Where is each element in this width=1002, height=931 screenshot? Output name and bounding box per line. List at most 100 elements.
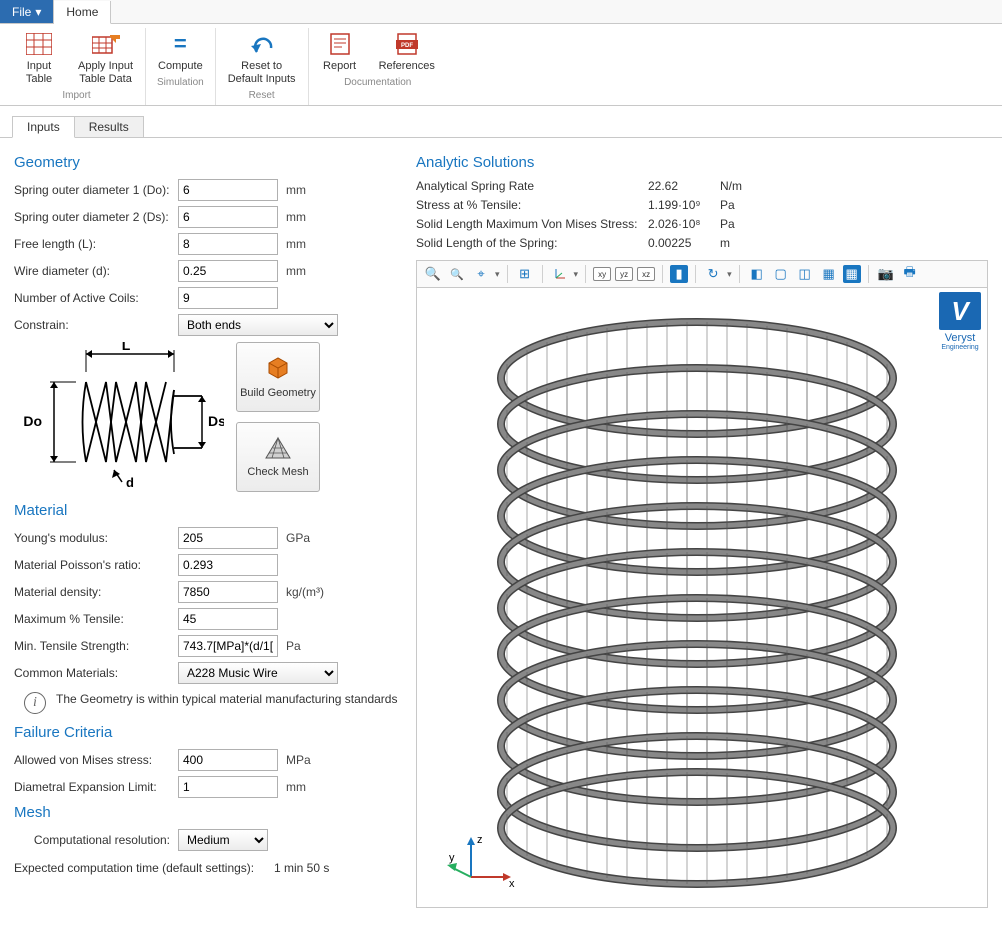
undo-icon [248, 30, 276, 58]
l-input[interactable] [178, 233, 278, 255]
res-select[interactable]: Medium [178, 829, 268, 851]
ribbon-group-documentation-label: Documentation [344, 75, 411, 92]
svg-text:L: L [122, 342, 131, 353]
dropdown-icon[interactable]: ▾ [495, 269, 500, 280]
view-yz-button[interactable]: yz [615, 267, 633, 281]
an-val-2: 2.026·10⁸ [648, 217, 720, 231]
ts-input[interactable] [178, 635, 278, 657]
svg-text:x: x [509, 878, 515, 890]
material-title: Material [14, 502, 404, 519]
ribbon-group-documentation: Report PDF References Documentation [309, 28, 447, 105]
cm-label: Common Materials: [14, 666, 178, 680]
ym-input[interactable] [178, 527, 278, 549]
zoom-extents-icon[interactable]: ⊞ [515, 264, 535, 284]
zoom-box-icon[interactable]: ⌖ [471, 264, 491, 284]
ribbon-group-simulation: = Compute Simulation [146, 28, 216, 105]
mesh-title: Mesh [14, 804, 404, 821]
do-label: Spring outer diameter 1 (Do): [14, 183, 178, 197]
de-input[interactable] [178, 776, 278, 798]
menu-file-label: File [12, 5, 31, 19]
compute-button[interactable]: = Compute [154, 28, 207, 75]
svg-text:PDF: PDF [401, 43, 413, 49]
ribbon-group-reset: Reset to Default Inputs Reset [216, 28, 309, 105]
cm-select[interactable]: A228 Music Wire [178, 662, 338, 684]
axis-triad-icon: z x y [447, 833, 517, 893]
an-label-0: Analytical Spring Rate [416, 179, 648, 193]
doc-content: Geometry Spring outer diameter 1 (Do): m… [0, 137, 1002, 918]
graphics-canvas[interactable]: V Veryst Engineering [416, 288, 988, 908]
an-unit-3: m [720, 236, 770, 250]
camera-icon[interactable]: 📷 [876, 264, 896, 284]
do-input[interactable] [178, 179, 278, 201]
zoom-out-icon[interactable]: 🔍 [447, 264, 467, 284]
n-input[interactable] [178, 287, 278, 309]
ym-label: Young's modulus: [14, 531, 178, 545]
l-unit: mm [286, 237, 306, 251]
default-view-icon[interactable]: ▮ [670, 265, 688, 283]
left-panel: Geometry Spring outer diameter 1 (Do): m… [14, 148, 404, 908]
d-input[interactable] [178, 260, 278, 282]
menu-home-label: Home [66, 5, 98, 19]
dropdown-icon[interactable]: ▾ [727, 269, 732, 280]
transparency-icon[interactable]: ◫ [795, 264, 815, 284]
vm-input[interactable] [178, 749, 278, 771]
compute-icon: = [166, 30, 194, 58]
l-label: Free length (L): [14, 237, 178, 251]
tab-results[interactable]: Results [74, 116, 144, 138]
an-label-1: Stress at % Tensile: [416, 198, 648, 212]
doc-tabs: Inputs Results [12, 116, 1002, 138]
view-xy-button[interactable]: xy [593, 267, 611, 281]
failure-title: Failure Criteria [14, 724, 404, 741]
references-button[interactable]: PDF References [375, 28, 439, 75]
print-icon[interactable]: 🖶 [900, 264, 920, 284]
table-icon [25, 30, 53, 58]
wireframe-icon[interactable]: ▦ [819, 264, 839, 284]
an-label-2: Solid Length Maximum Von Mises Stress: [416, 217, 648, 231]
apply-input-table-data-button[interactable]: Apply Input Table Data [74, 28, 137, 88]
svg-text:y: y [449, 852, 455, 864]
dropdown-icon[interactable]: ▾ [574, 269, 579, 280]
de-unit: mm [286, 780, 306, 794]
svg-text:z: z [477, 834, 483, 846]
pr-input[interactable] [178, 554, 278, 576]
ribbon-group-import-label: Import [62, 88, 90, 105]
mt-input[interactable] [178, 608, 278, 630]
an-val-1: 1.199·10⁹ [648, 198, 720, 212]
de-label: Diametral Expansion Limit: [14, 780, 178, 794]
scene-light-icon[interactable]: ▦ [843, 265, 861, 283]
view-xz-button[interactable]: xz [637, 267, 655, 281]
time-val: 1 min 50 s [274, 861, 329, 875]
den-input[interactable] [178, 581, 278, 603]
ym-unit: GPa [286, 531, 310, 545]
an-label-3: Solid Length of the Spring: [416, 236, 648, 250]
constrain-select[interactable]: Both ends [178, 314, 338, 336]
reset-default-button[interactable]: Reset to Default Inputs [224, 28, 300, 88]
svg-text:Ds: Ds [208, 413, 224, 429]
vm-unit: MPa [286, 753, 311, 767]
svg-text:d: d [126, 475, 134, 490]
geometry-title: Geometry [14, 154, 404, 171]
rotate-icon[interactable]: ↻ [703, 264, 723, 284]
input-table-button[interactable]: Input Table [16, 28, 62, 88]
tab-inputs[interactable]: Inputs [12, 116, 75, 138]
ds-input[interactable] [178, 206, 278, 228]
res-label: Computational resolution: [14, 833, 178, 847]
analytic-table: Analytical Spring Rate22.62N/m Stress at… [416, 179, 988, 250]
den-label: Material density: [14, 585, 178, 599]
check-mesh-button[interactable]: Check Mesh [236, 422, 320, 492]
an-unit-2: Pa [720, 217, 770, 231]
svg-text:Do: Do [23, 413, 42, 429]
do-unit: mm [286, 183, 306, 197]
axis-triad-icon[interactable] [550, 264, 570, 284]
den-unit: kg/(m³) [286, 585, 324, 599]
menu-file[interactable]: File ▾ [0, 0, 54, 23]
an-val-3: 0.00225 [648, 236, 720, 250]
zoom-in-icon[interactable]: 🔍 [423, 264, 443, 284]
select-icon[interactable]: ◧ [747, 264, 767, 284]
report-button[interactable]: Report [317, 28, 363, 75]
an-val-0: 22.62 [648, 179, 720, 193]
hide-icon[interactable]: ▢ [771, 264, 791, 284]
build-geometry-button[interactable]: Build Geometry [236, 342, 320, 412]
info-icon: i [24, 692, 46, 714]
menu-home[interactable]: Home [54, 1, 111, 24]
